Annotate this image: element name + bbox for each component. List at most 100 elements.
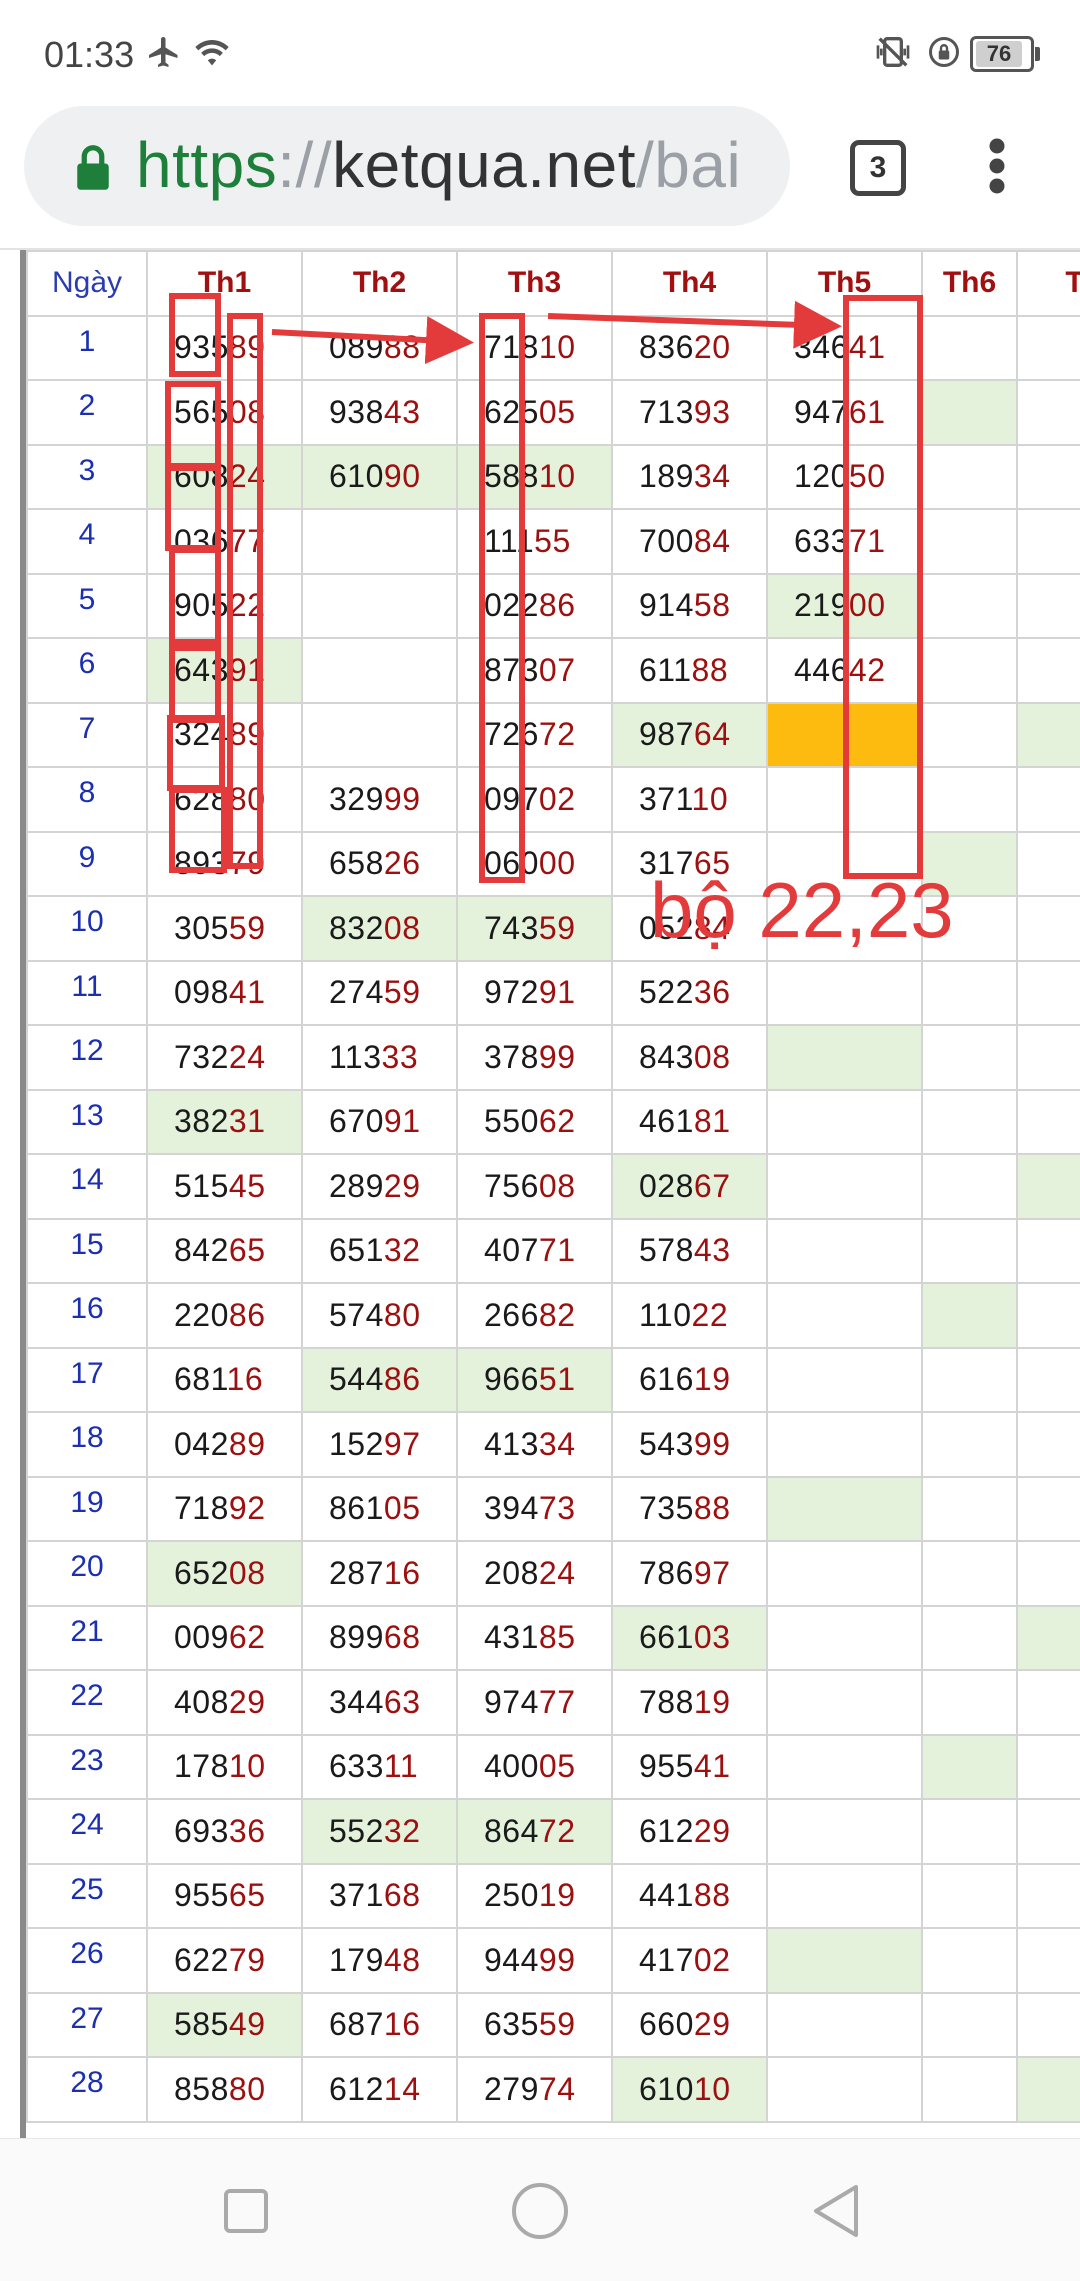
result-last-two-digits: 50	[848, 458, 886, 495]
day-number[interactable]: 4	[26, 508, 148, 575]
result-cell	[921, 1217, 1018, 1284]
result-cell: 20824	[456, 1540, 613, 1607]
result-last-two-digits: 03	[693, 1619, 731, 1656]
result-cell	[1016, 2056, 1080, 2123]
back-triangle-icon[interactable]	[804, 2179, 868, 2243]
day-number[interactable]: 13	[26, 1088, 148, 1155]
result-last-two-digits: 68	[383, 1877, 421, 1914]
day-number[interactable]: 23	[26, 1733, 148, 1800]
result-cell: 52236	[611, 959, 768, 1026]
day-number[interactable]: 10	[26, 895, 148, 962]
day-number[interactable]: 12	[26, 1024, 148, 1091]
day-number[interactable]: 3	[26, 443, 148, 510]
result-cell	[921, 1733, 1018, 1800]
day-number[interactable]: 11	[26, 959, 148, 1026]
result-leading-digits: 935	[174, 329, 229, 366]
day-number[interactable]: 25	[26, 1862, 148, 1929]
result-cell: 41702	[611, 1927, 768, 1994]
result-last-two-digits: 10	[693, 2070, 731, 2107]
result-leading-digits: 220	[174, 1296, 229, 1333]
result-leading-digits: 974	[484, 1683, 539, 1720]
day-number[interactable]: 18	[26, 1411, 148, 1478]
result-cell: 26682	[456, 1282, 613, 1349]
day-number[interactable]: 15	[26, 1217, 148, 1284]
day-number[interactable]: 1	[26, 314, 148, 381]
result-leading-digits: 616	[639, 1361, 694, 1398]
result-last-two-digits: 68	[383, 1619, 421, 1656]
result-leading-digits: 843	[639, 1038, 694, 1075]
result-leading-digits: 643	[174, 651, 229, 688]
result-leading-digits: 864	[484, 1812, 539, 1849]
result-last-two-digits: 29	[693, 1812, 731, 1849]
result-cell: 57480	[301, 1282, 458, 1349]
result-cell: 89968	[301, 1604, 458, 1671]
result-cell	[921, 1346, 1018, 1413]
day-number[interactable]: 2	[26, 379, 148, 446]
result-last-two-digits: 16	[383, 1554, 421, 1591]
day-number[interactable]: 26	[26, 1927, 148, 1994]
result-cell: 34641	[766, 314, 923, 381]
day-number[interactable]: 5	[26, 572, 148, 639]
result-cell: 17810	[146, 1733, 303, 1800]
result-last-two-digits: 29	[228, 1683, 266, 1720]
result-cell: 09702	[456, 766, 613, 833]
day-number[interactable]: 22	[26, 1669, 148, 1736]
result-cell: 09841	[146, 959, 303, 1026]
day-number[interactable]: 9	[26, 830, 148, 897]
result-cell: 11155	[456, 508, 613, 575]
result-cell: 37168	[301, 1862, 458, 1929]
result-last-two-digits: 26	[383, 845, 421, 882]
result-last-two-digits: 97	[693, 1554, 731, 1591]
day-number[interactable]: 8	[26, 766, 148, 833]
day-number[interactable]: 6	[26, 637, 148, 704]
day-number[interactable]: 27	[26, 1991, 148, 2058]
result-leading-digits: 461	[639, 1103, 694, 1140]
result-cell	[921, 1475, 1018, 1542]
day-number[interactable]: 20	[26, 1540, 148, 1607]
day-number[interactable]: 19	[26, 1475, 148, 1542]
home-circle-icon[interactable]	[508, 2179, 572, 2243]
result-cell	[921, 1088, 1018, 1155]
result-last-two-digits: 71	[848, 522, 886, 559]
result-leading-digits: 287	[329, 1554, 384, 1591]
day-number[interactable]: 28	[26, 2056, 148, 2123]
url-text[interactable]: https://ketqua.net/bai	[136, 128, 741, 202]
column-header-date: Ngày	[26, 250, 148, 317]
result-cell: 94499	[456, 1927, 613, 1994]
result-leading-digits: 735	[639, 1490, 694, 1527]
result-cell	[1016, 1346, 1080, 1413]
result-cell: 89379	[146, 830, 303, 897]
result-cell	[766, 1153, 923, 1220]
result-last-two-digits: 99	[383, 780, 421, 817]
day-number[interactable]: 17	[26, 1346, 148, 1413]
result-last-two-digits: 88	[383, 329, 421, 366]
more-menu-icon[interactable]	[975, 136, 1019, 196]
address-bar[interactable]: https://ketqua.net/bai	[24, 106, 790, 226]
recents-square-icon[interactable]	[214, 2179, 278, 2243]
result-last-two-digits: 10	[538, 458, 576, 495]
result-cell: 61188	[611, 637, 768, 704]
result-leading-digits: 693	[174, 1812, 229, 1849]
result-leading-digits: 861	[329, 1490, 384, 1527]
result-cell	[921, 959, 1018, 1026]
result-last-two-digits: 45	[228, 1167, 266, 1204]
day-number[interactable]: 21	[26, 1604, 148, 1671]
day-number[interactable]: 7	[26, 701, 148, 768]
table-row: 18 04289 15297 41334 54399	[26, 1411, 1080, 1478]
result-last-two-digits: 99	[693, 1425, 731, 1462]
day-number[interactable]: 16	[26, 1282, 148, 1349]
day-number[interactable]: 14	[26, 1153, 148, 1220]
result-leading-digits: 400	[484, 1748, 539, 1785]
table-row: 25 95565 37168 25019 44188	[26, 1862, 1080, 1929]
result-leading-digits: 670	[329, 1103, 384, 1140]
result-cell: 71810	[456, 314, 613, 381]
day-number[interactable]: 24	[26, 1798, 148, 1865]
result-leading-digits: 522	[639, 974, 694, 1011]
result-leading-digits: 120	[794, 458, 849, 495]
tab-switcher-button[interactable]: 3	[850, 140, 906, 196]
result-cell: 00962	[146, 1604, 303, 1671]
result-cell	[1016, 1411, 1080, 1478]
table-row: 1 93589 08988 71810 83620 34641	[26, 314, 1080, 381]
result-cell: 63559	[456, 1991, 613, 2058]
result-leading-digits: 382	[174, 1103, 229, 1140]
